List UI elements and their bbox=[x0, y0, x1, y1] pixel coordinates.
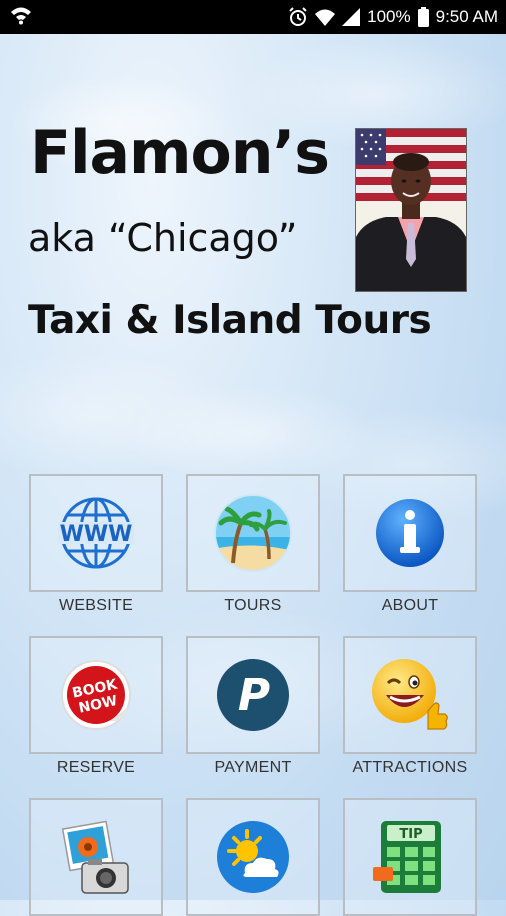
battery-icon bbox=[417, 7, 429, 27]
paypal-p-icon: P bbox=[216, 658, 290, 732]
page-tagline: Taxi & Island Tours bbox=[28, 298, 432, 343]
weather-button[interactable] bbox=[186, 798, 320, 916]
battery-percent: 100% bbox=[367, 7, 411, 26]
book-now-sticker-icon: BOOK NOW bbox=[58, 657, 134, 733]
tours-label: TOURS bbox=[224, 597, 282, 614]
palm-beach-icon bbox=[213, 493, 293, 573]
owner-portrait-photo bbox=[355, 128, 467, 292]
info-icon bbox=[374, 497, 446, 569]
payment-label: PAYMENT bbox=[214, 759, 292, 776]
gallery-button[interactable] bbox=[29, 798, 163, 916]
page-title: Flamon’s bbox=[30, 118, 330, 188]
attractions-label: ATTRACTIONS bbox=[352, 759, 468, 776]
tip-calculator-button[interactable]: TIP bbox=[343, 798, 477, 916]
smiley-thumbs-up-icon bbox=[370, 657, 450, 733]
attractions-button[interactable] bbox=[343, 636, 477, 754]
tip-calculator-icon: TIP bbox=[373, 819, 447, 895]
page-subtitle: aka “Chicago” bbox=[28, 216, 298, 260]
reserve-button[interactable]: BOOK NOW bbox=[29, 636, 163, 754]
reserve-label: RESERVE bbox=[56, 759, 136, 776]
svg-text:WWW: WWW bbox=[60, 522, 133, 547]
clock-time: 9:50 AM bbox=[435, 7, 498, 26]
tours-button[interactable] bbox=[186, 474, 320, 592]
website-button[interactable]: WWW bbox=[29, 474, 163, 592]
signal-icon bbox=[342, 8, 361, 26]
about-label: ABOUT bbox=[381, 597, 439, 614]
weather-sun-cloud-icon bbox=[215, 819, 291, 895]
alarm-icon bbox=[288, 7, 308, 27]
status-bar: 100% 9:50 AM bbox=[0, 0, 506, 34]
svg-text:TIP: TIP bbox=[399, 827, 422, 842]
svg-text:P: P bbox=[238, 670, 270, 721]
website-label: WEBSITE bbox=[58, 597, 134, 614]
wifi-icon bbox=[315, 8, 336, 26]
payment-button[interactable]: P bbox=[186, 636, 320, 754]
wifi-calling-icon bbox=[10, 5, 32, 30]
www-globe-icon: WWW bbox=[58, 495, 134, 571]
about-button[interactable] bbox=[343, 474, 477, 592]
photo-camera-icon bbox=[58, 819, 134, 895]
